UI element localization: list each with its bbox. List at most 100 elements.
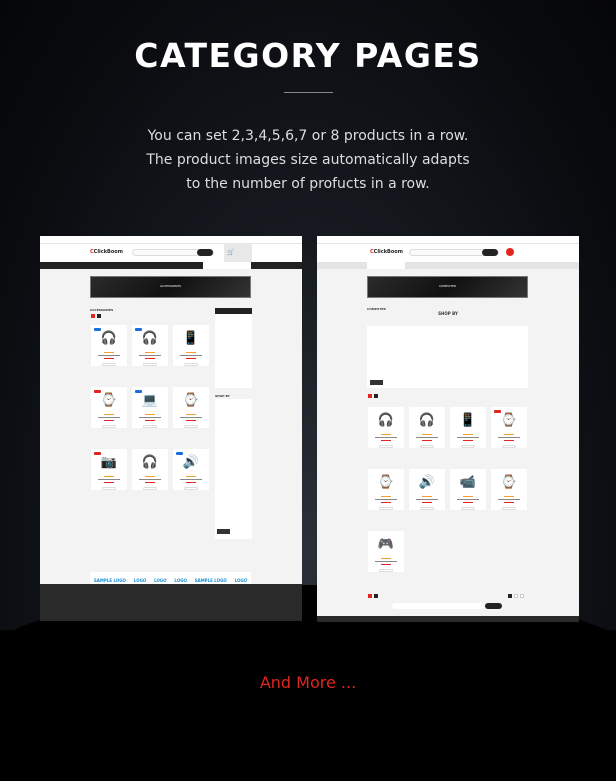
search-button[interactable] xyxy=(197,249,213,256)
product-card[interactable]: 📱 xyxy=(450,407,486,448)
list-view-button-bottom[interactable] xyxy=(374,594,378,598)
product-card[interactable]: 🔊 xyxy=(173,449,209,490)
brand-logo[interactable]: LOGO xyxy=(154,578,167,583)
add-to-cart-button[interactable] xyxy=(501,445,517,448)
page-1[interactable] xyxy=(508,594,512,598)
add-to-cart-button[interactable] xyxy=(419,507,435,510)
add-to-cart-button[interactable] xyxy=(183,425,199,428)
product-card[interactable]: 🔊 xyxy=(409,469,445,510)
product-image[interactable]: 📱 xyxy=(176,328,206,348)
add-to-cart-button[interactable] xyxy=(460,445,476,448)
product-image[interactable]: 🔊 xyxy=(412,472,442,492)
product-card[interactable]: 💻 xyxy=(132,387,168,428)
product-name[interactable] xyxy=(416,499,438,500)
subscribe-button[interactable] xyxy=(485,603,502,609)
product-card[interactable]: ⌚ xyxy=(491,407,527,448)
search-button[interactable] xyxy=(482,249,498,256)
reset-all-button[interactable] xyxy=(370,380,383,385)
brand-logo[interactable]: LOGO xyxy=(134,578,147,583)
add-to-cart-button[interactable] xyxy=(501,507,517,510)
product-name[interactable] xyxy=(180,355,202,356)
product-image[interactable]: ⌚ xyxy=(494,472,524,492)
add-to-cart-button[interactable] xyxy=(183,487,199,490)
reset-all-button[interactable] xyxy=(217,529,230,534)
product-image[interactable]: 🎮 xyxy=(371,534,401,554)
product-name[interactable] xyxy=(180,479,202,480)
product-name[interactable] xyxy=(375,561,397,562)
product-card[interactable]: 🎧 xyxy=(91,325,127,366)
product-card[interactable]: 📹 xyxy=(450,469,486,510)
brand-logo[interactable]: LOGO xyxy=(174,578,187,583)
product-card[interactable]: 🎧 xyxy=(409,407,445,448)
product-name[interactable] xyxy=(457,499,479,500)
add-to-cart-button[interactable] xyxy=(142,487,158,490)
product-card[interactable]: 🎧 xyxy=(368,407,404,448)
product-card[interactable]: ⌚ xyxy=(91,387,127,428)
product-name[interactable] xyxy=(375,499,397,500)
and-more-link[interactable]: And More ... xyxy=(0,673,616,692)
product-image[interactable]: ⌚ xyxy=(94,390,124,410)
product-name[interactable] xyxy=(416,437,438,438)
main-nav[interactable] xyxy=(40,262,302,269)
product-card[interactable]: 📱 xyxy=(173,325,209,366)
search-bar[interactable] xyxy=(132,249,214,256)
product-name[interactable] xyxy=(498,499,520,500)
product-name[interactable] xyxy=(457,437,479,438)
main-nav[interactable] xyxy=(317,262,579,269)
product-card[interactable]: ⌚ xyxy=(173,387,209,428)
product-image[interactable]: 🔊 xyxy=(176,452,206,472)
page-2[interactable] xyxy=(514,594,518,598)
product-image[interactable]: ⌚ xyxy=(176,390,206,410)
product-card[interactable]: 🎧 xyxy=(132,449,168,490)
product-image[interactable]: ⌚ xyxy=(494,410,524,430)
add-to-cart-button[interactable] xyxy=(101,487,117,490)
grid-view-button[interactable] xyxy=(368,394,372,398)
grid-view-button-bottom[interactable] xyxy=(368,594,372,598)
product-image[interactable]: 🎧 xyxy=(135,452,165,472)
product-card[interactable]: ⌚ xyxy=(368,469,404,510)
product-image[interactable]: 💻 xyxy=(135,390,165,410)
product-name[interactable] xyxy=(180,417,202,418)
cart-widget[interactable]: 🛒 xyxy=(224,244,252,262)
product-image[interactable]: 🎧 xyxy=(412,410,442,430)
product-card[interactable]: ⌚ xyxy=(491,469,527,510)
newsletter-input[interactable] xyxy=(392,603,484,609)
product-image[interactable]: 🎧 xyxy=(135,328,165,348)
product-card[interactable]: 🎧 xyxy=(132,325,168,366)
product-name[interactable] xyxy=(375,437,397,438)
product-image[interactable]: 🎧 xyxy=(94,328,124,348)
product-image[interactable]: 📱 xyxy=(453,410,483,430)
brand-logo[interactable]: SAMPLE LOGO xyxy=(94,578,126,583)
categories-dropdown[interactable] xyxy=(367,262,405,269)
product-image[interactable]: 📹 xyxy=(453,472,483,492)
add-to-cart-button[interactable] xyxy=(460,507,476,510)
product-card[interactable]: 📷 xyxy=(91,449,127,490)
product-name[interactable] xyxy=(98,479,120,480)
product-card[interactable]: 🎮 xyxy=(368,531,404,572)
add-to-cart-button[interactable] xyxy=(419,445,435,448)
product-image[interactable]: 🎧 xyxy=(371,410,401,430)
add-to-cart-button[interactable] xyxy=(101,363,117,366)
product-name[interactable] xyxy=(98,355,120,356)
product-name[interactable] xyxy=(498,437,520,438)
search-bar[interactable] xyxy=(409,249,499,256)
add-to-cart-button[interactable] xyxy=(101,425,117,428)
add-to-cart-button[interactable] xyxy=(142,363,158,366)
product-image[interactable]: 📷 xyxy=(94,452,124,472)
list-view-button[interactable] xyxy=(97,314,101,318)
brand-logo[interactable]: LOGO xyxy=(235,578,248,583)
list-view-button[interactable] xyxy=(374,394,378,398)
add-to-cart-button[interactable] xyxy=(378,569,394,572)
cart-icon[interactable] xyxy=(506,248,514,256)
add-to-cart-button[interactable] xyxy=(378,507,394,510)
brand-logo[interactable]: SAMPLE LOGO xyxy=(195,578,227,583)
add-to-cart-button[interactable] xyxy=(142,425,158,428)
page-3[interactable] xyxy=(520,594,524,598)
product-name[interactable] xyxy=(139,355,161,356)
add-to-cart-button[interactable] xyxy=(183,363,199,366)
grid-view-button[interactable] xyxy=(91,314,95,318)
product-image[interactable]: ⌚ xyxy=(371,472,401,492)
add-to-cart-button[interactable] xyxy=(378,445,394,448)
product-name[interactable] xyxy=(139,479,161,480)
product-name[interactable] xyxy=(139,417,161,418)
